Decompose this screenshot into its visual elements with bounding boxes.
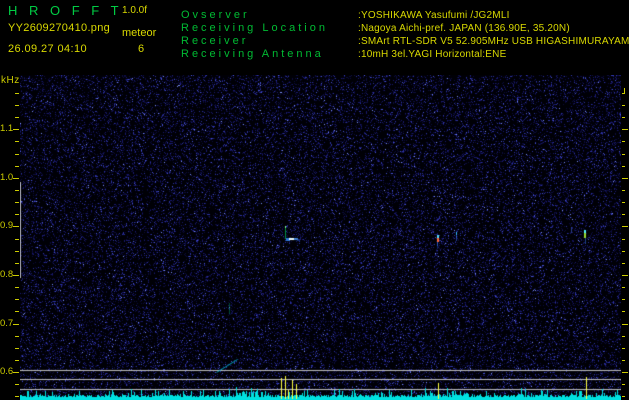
meteor-count: 6 bbox=[138, 43, 145, 55]
freq-tick-left bbox=[15, 336, 19, 337]
station-info: Ovserver:YOSHIKAWA Yasufumi /JG2MLI Recei… bbox=[181, 9, 629, 65]
freq-tick-left bbox=[15, 348, 19, 349]
freq-tick-left bbox=[13, 275, 19, 276]
freq-tick-left bbox=[15, 190, 19, 191]
freq-tick-left bbox=[15, 263, 19, 264]
freq-tick-left bbox=[13, 178, 19, 179]
freq-tick-right bbox=[622, 141, 625, 142]
freq-tick-left bbox=[15, 251, 19, 252]
freq-tick-left bbox=[15, 287, 19, 288]
freq-tick-left bbox=[13, 129, 19, 130]
freq-tick-left bbox=[13, 372, 19, 373]
freq-tick-left bbox=[15, 105, 19, 106]
info-row: Receiving Location :Nagoya Aichi-pref. JA… bbox=[181, 22, 629, 35]
time-tick bbox=[624, 88, 625, 94]
freq-tick-label: 0.7 bbox=[0, 317, 14, 329]
freq-tick-right bbox=[622, 275, 628, 276]
freq-tick-right bbox=[622, 372, 628, 373]
datetime-label: 26.09.27 04:10 bbox=[8, 43, 88, 55]
freq-tick-left bbox=[15, 166, 19, 167]
info-row: Receiver :SMArt RTL-SDR V5 52.905MHz USB … bbox=[181, 35, 629, 48]
app-title: H R O F F T bbox=[8, 3, 123, 18]
freq-tick-label: 0.6 bbox=[0, 366, 14, 378]
freq-tick-right bbox=[622, 226, 628, 227]
hrofft-window: H R O F F T 1.0.0f YY2609270410.png mete… bbox=[0, 0, 629, 400]
info-row: Ovserver :YOSHIKAWA Yasufumi /JG2MLI bbox=[181, 9, 629, 22]
freq-tick-left bbox=[15, 396, 19, 397]
info-label: Receiving Antenna bbox=[181, 48, 324, 60]
freq-tick-left bbox=[13, 226, 19, 227]
freq-tick-right bbox=[622, 129, 628, 130]
freq-tick-left bbox=[15, 154, 19, 155]
freq-unit-label: kHz bbox=[1, 75, 20, 86]
freq-tick-right bbox=[622, 214, 625, 215]
freq-tick-left bbox=[15, 117, 19, 118]
freq-tick-right bbox=[622, 348, 625, 349]
freq-tick-right bbox=[622, 263, 625, 264]
freq-tick-right bbox=[622, 299, 625, 300]
freq-tick-label: 0.8 bbox=[0, 268, 14, 280]
freq-tick-right bbox=[622, 154, 625, 155]
freq-tick-left bbox=[15, 384, 19, 385]
freq-tick-left bbox=[15, 311, 19, 312]
freq-tick-label: 0.9 bbox=[0, 220, 14, 232]
filename-label: YY2609270410.png bbox=[8, 22, 111, 34]
freq-tick-right bbox=[622, 178, 628, 179]
freq-tick-label: 1.0 bbox=[0, 171, 14, 183]
freq-tick-right bbox=[622, 360, 625, 361]
info-value: :10mH 3el.YAGI Horizontal:ENE bbox=[358, 49, 507, 60]
freq-tick-left bbox=[15, 214, 19, 215]
freq-tick-right bbox=[622, 166, 625, 167]
freq-tick-left bbox=[13, 324, 19, 325]
freq-tick-right bbox=[622, 117, 625, 118]
freq-tick-right bbox=[622, 105, 625, 106]
freq-tick-left bbox=[15, 141, 19, 142]
freq-tick-right bbox=[622, 384, 625, 385]
freq-tick-right bbox=[622, 396, 625, 397]
info-value: :Nagoya Aichi-pref. JAPAN (136.90E, 35.2… bbox=[358, 23, 570, 34]
info-value: :YOSHIKAWA Yasufumi /JG2MLI bbox=[358, 10, 510, 21]
spectrogram-canvas bbox=[20, 75, 621, 400]
freq-tick-right bbox=[622, 190, 625, 191]
version-label: 1.0.0f bbox=[122, 5, 148, 16]
freq-tick-right bbox=[622, 251, 625, 252]
freq-tick-left bbox=[15, 239, 19, 240]
info-value: :SMArt RTL-SDR V5 52.905MHz USB HIGASHIM… bbox=[358, 36, 629, 47]
mode-label: meteor bbox=[122, 27, 157, 39]
info-label: Receiver bbox=[181, 35, 249, 47]
freq-tick-right bbox=[622, 239, 625, 240]
info-row: Receiving Antenna :10mH 3el.YAGI Horizont… bbox=[181, 48, 629, 61]
freq-tick-right bbox=[622, 336, 625, 337]
freq-tick-right bbox=[622, 287, 625, 288]
freq-tick-left bbox=[15, 299, 19, 300]
freq-tick-right bbox=[622, 324, 628, 325]
freq-tick-right bbox=[622, 311, 625, 312]
freq-tick-left bbox=[15, 202, 19, 203]
info-label: Receiving Location bbox=[181, 22, 328, 34]
info-label: Ovserver bbox=[181, 9, 250, 21]
freq-tick-label: 1.1 bbox=[0, 123, 14, 135]
freq-tick-right bbox=[622, 202, 625, 203]
freq-tick-left bbox=[15, 93, 19, 94]
freq-tick-left bbox=[15, 360, 19, 361]
